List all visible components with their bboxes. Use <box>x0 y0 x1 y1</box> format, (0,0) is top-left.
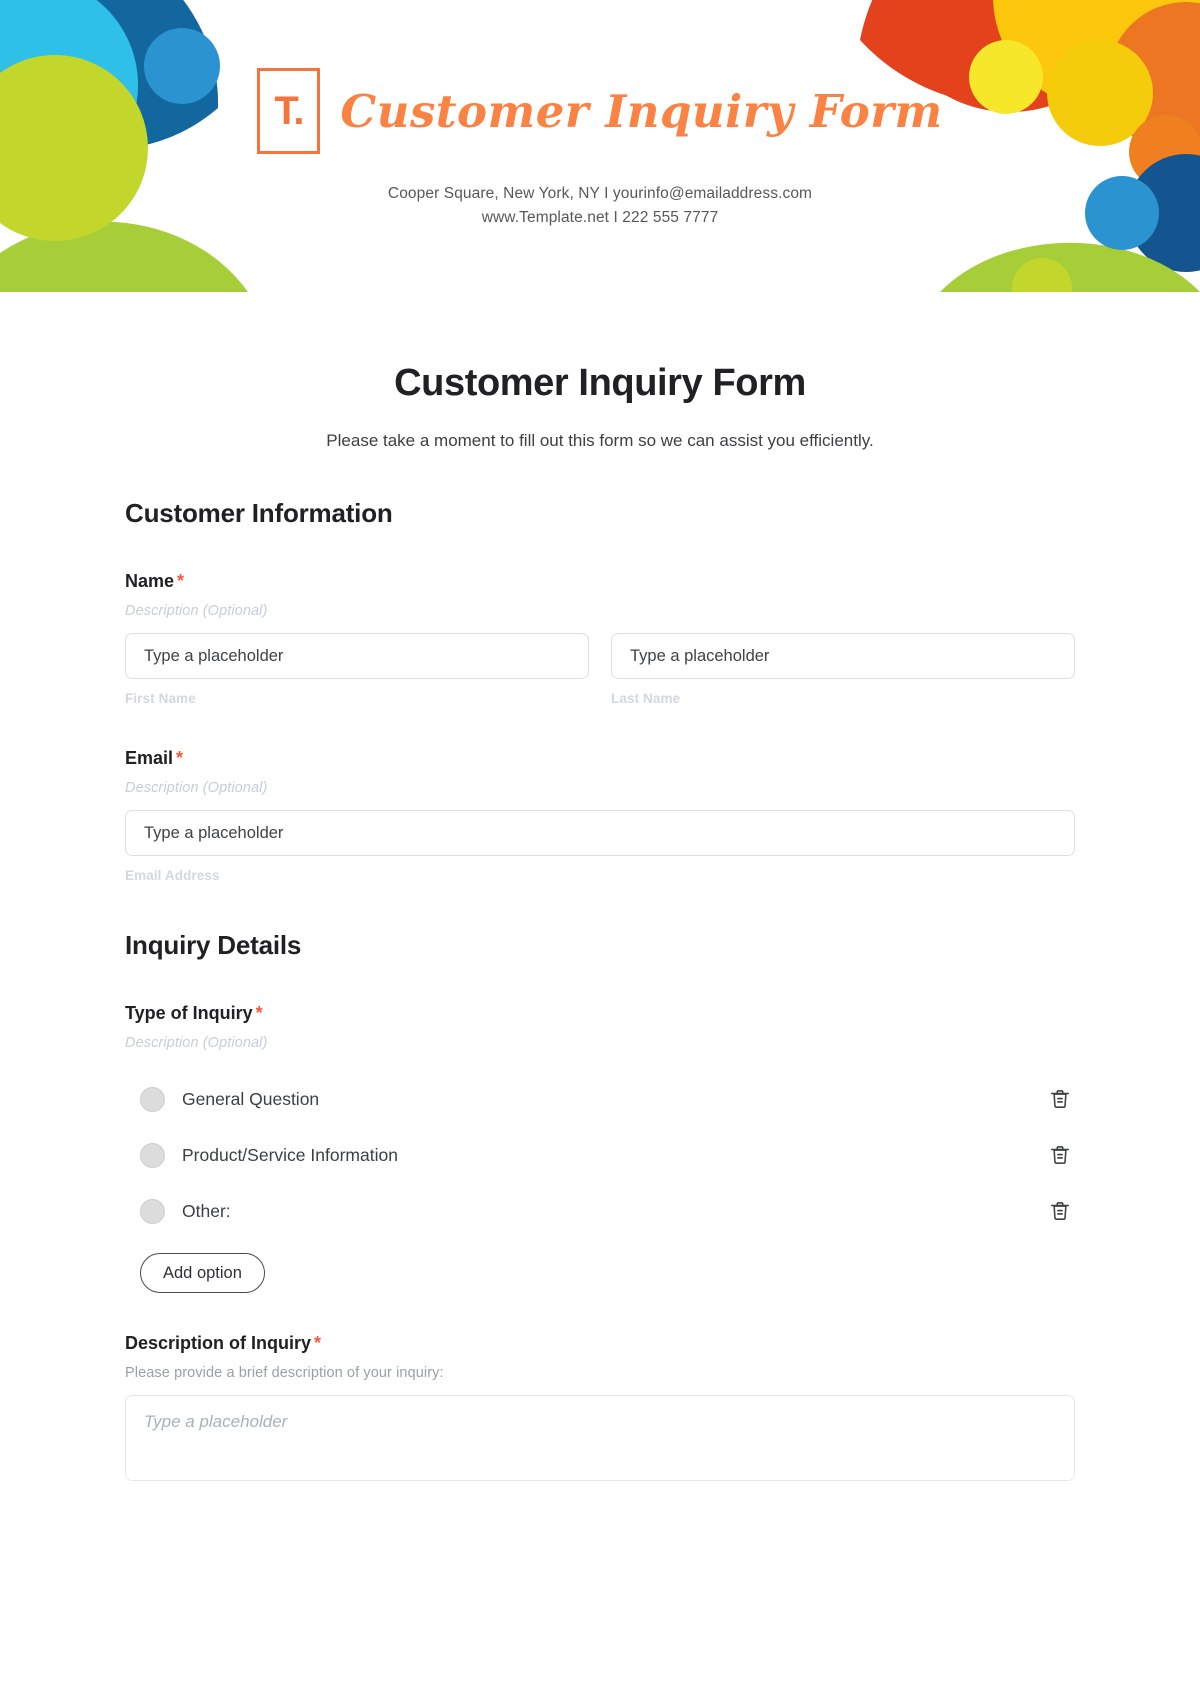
option-label: General Question <box>182 1088 320 1109</box>
description-input-row <box>125 1395 1075 1486</box>
trash-icon <box>1050 1202 1070 1220</box>
field-label-description-of-inquiry: Description of Inquiry * <box>125 1333 1075 1354</box>
field-description-email: Description (Optional) <box>125 780 268 796</box>
radio-button-other[interactable] <box>140 1198 165 1224</box>
option-label: Product/Service Information <box>182 1144 398 1165</box>
contact-line-web-phone: www.Template.net I 222 555 7777 <box>481 209 719 227</box>
trash-icon <box>1050 1146 1070 1164</box>
option-row[interactable]: Product/Service Information <box>125 1127 1075 1183</box>
sublabel-first-name: First Name <box>125 691 196 706</box>
form-sheet: Customer Inquiry Form Please take a mome… <box>0 362 1200 1486</box>
field-description-name: Description (Optional) <box>125 603 268 619</box>
field-description-of-inquiry: Description of Inquiry * Please provide a… <box>125 1333 1075 1486</box>
email-input-row <box>125 810 1075 856</box>
radio-button-general-question[interactable] <box>140 1086 165 1112</box>
description-column <box>125 1395 1075 1486</box>
email-column <box>125 810 1075 856</box>
field-label-name: Name * <box>125 571 1075 592</box>
email-input[interactable] <box>125 810 1075 856</box>
field-label-description-of-inquiry-text: Description of Inquiry <box>125 1333 312 1353</box>
trash-icon <box>1050 1090 1070 1108</box>
contact-line-address-email: Cooper Square, New York, NY I yourinfo@e… <box>387 185 813 202</box>
required-asterisk: * <box>314 1333 322 1353</box>
radio-button-product-service-information[interactable] <box>140 1142 165 1168</box>
brand-row: T. Customer Inquiry Form <box>257 68 942 154</box>
field-label-type-of-inquiry: Type of Inquiry * <box>125 1003 1075 1024</box>
option-label: Other: <box>182 1200 231 1221</box>
field-label-type-of-inquiry-text: Type of Inquiry <box>125 1003 253 1023</box>
banner-title: Customer Inquiry Form <box>340 84 943 138</box>
required-asterisk: * <box>177 571 185 591</box>
logo-glyph: T. <box>274 89 304 133</box>
first-name-column <box>125 633 589 679</box>
field-email: Email* Description (Optional) Email Addr… <box>125 748 1075 883</box>
field-label-name-text: Name <box>125 571 175 591</box>
required-asterisk: * <box>255 1003 263 1023</box>
contact-info: Cooper Square, New York, NY I yourinfo@e… <box>388 182 812 230</box>
last-name-input[interactable] <box>611 633 1075 679</box>
page-subtitle: Please take a moment to fill out this fo… <box>326 431 874 450</box>
field-description-type-of-inquiry: Description (Optional) <box>125 1035 268 1051</box>
required-asterisk: * <box>176 748 184 768</box>
first-name-input[interactable] <box>125 633 589 679</box>
field-label-email: Email * <box>125 748 1075 769</box>
template-logo: T. <box>257 68 321 154</box>
page-header-banner: T. Customer Inquiry Form Cooper Square, … <box>0 0 1200 292</box>
field-name: Name* Description (Optional) First Name … <box>125 571 1075 706</box>
field-description-hint: Please provide a brief description of yo… <box>125 1365 444 1381</box>
option-row[interactable]: Other: <box>125 1183 1075 1239</box>
sublabel-email-address: Email Address <box>125 868 220 883</box>
sublabel-last-name: Last Name <box>611 691 681 706</box>
inquiry-type-option-list: General Question Product/Service Informa… <box>125 1071 1075 1239</box>
delete-option-button[interactable] <box>1047 1142 1073 1168</box>
add-option-button[interactable]: Add option <box>140 1253 265 1293</box>
delete-option-button[interactable] <box>1047 1086 1073 1112</box>
section-heading-inquiry-details: Inquiry Details <box>125 930 302 960</box>
page-title: Customer Inquiry Form <box>394 362 806 404</box>
name-input-row <box>125 633 1075 679</box>
last-name-column <box>611 633 1075 679</box>
name-sublabel-row: First Name Last Name <box>125 679 1075 706</box>
option-row[interactable]: General Question <box>125 1071 1075 1127</box>
field-type-of-inquiry: Type of Inquiry * Description (Optional) … <box>125 1003 1075 1293</box>
section-heading-customer-information: Customer Information <box>125 498 393 528</box>
description-of-inquiry-textarea[interactable] <box>125 1395 1075 1481</box>
field-label-email-text: Email <box>125 748 174 768</box>
delete-option-button[interactable] <box>1047 1198 1073 1224</box>
